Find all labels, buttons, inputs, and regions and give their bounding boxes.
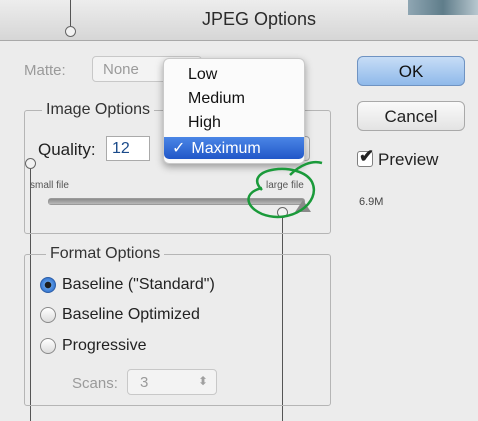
slider-min-label: small file — [30, 180, 69, 191]
scans-value: 3 — [140, 374, 149, 391]
menu-item-high[interactable]: High — [164, 113, 304, 135]
quality-dropdown-menu: Low Medium High ✓ Maximum — [163, 58, 305, 164]
radio-button[interactable] — [40, 307, 56, 323]
checkmark-icon: ✓ — [172, 140, 186, 157]
quality-slider-thumb[interactable] — [295, 200, 311, 212]
scans-select[interactable]: 3 ⬍ — [127, 369, 217, 395]
radio-label: Baseline ("Standard") — [62, 276, 215, 293]
matte-label: Matte: — [24, 62, 66, 79]
radio-label: Progressive — [62, 337, 147, 354]
quality-input[interactable]: 12 — [106, 136, 150, 161]
ok-button[interactable]: OK — [357, 56, 465, 86]
menu-item-label: Maximum — [191, 140, 261, 157]
annotation-pin-top — [65, 26, 76, 37]
quality-label: Quality: — [38, 140, 96, 159]
quality-slider[interactable] — [48, 198, 305, 205]
cancel-button[interactable]: Cancel — [357, 101, 465, 131]
image-options-title: Image Options — [42, 101, 155, 119]
menu-item-low[interactable]: Low — [164, 65, 304, 87]
file-size-readout: 6.9M — [359, 196, 384, 208]
radio-button[interactable] — [40, 338, 56, 354]
slider-max-label: large file — [266, 180, 304, 191]
radio-label: Baseline Optimized — [62, 306, 200, 323]
preview-checkbox[interactable]: ✔ — [357, 146, 374, 167]
checkmark-icon: ✔ — [359, 146, 375, 166]
format-options-title: Format Options — [46, 245, 165, 263]
annotation-line-top — [70, 0, 71, 26]
quality-slider-fill — [49, 199, 304, 204]
menu-item-medium[interactable]: Medium — [164, 89, 304, 111]
menu-item-maximum[interactable]: ✓ Maximum — [164, 137, 304, 159]
preview-label: Preview — [378, 150, 439, 169]
stepper-arrows-icon: ⬍ — [197, 374, 208, 388]
radio-button[interactable] — [40, 277, 56, 293]
scans-label: Scans: — [72, 375, 118, 392]
